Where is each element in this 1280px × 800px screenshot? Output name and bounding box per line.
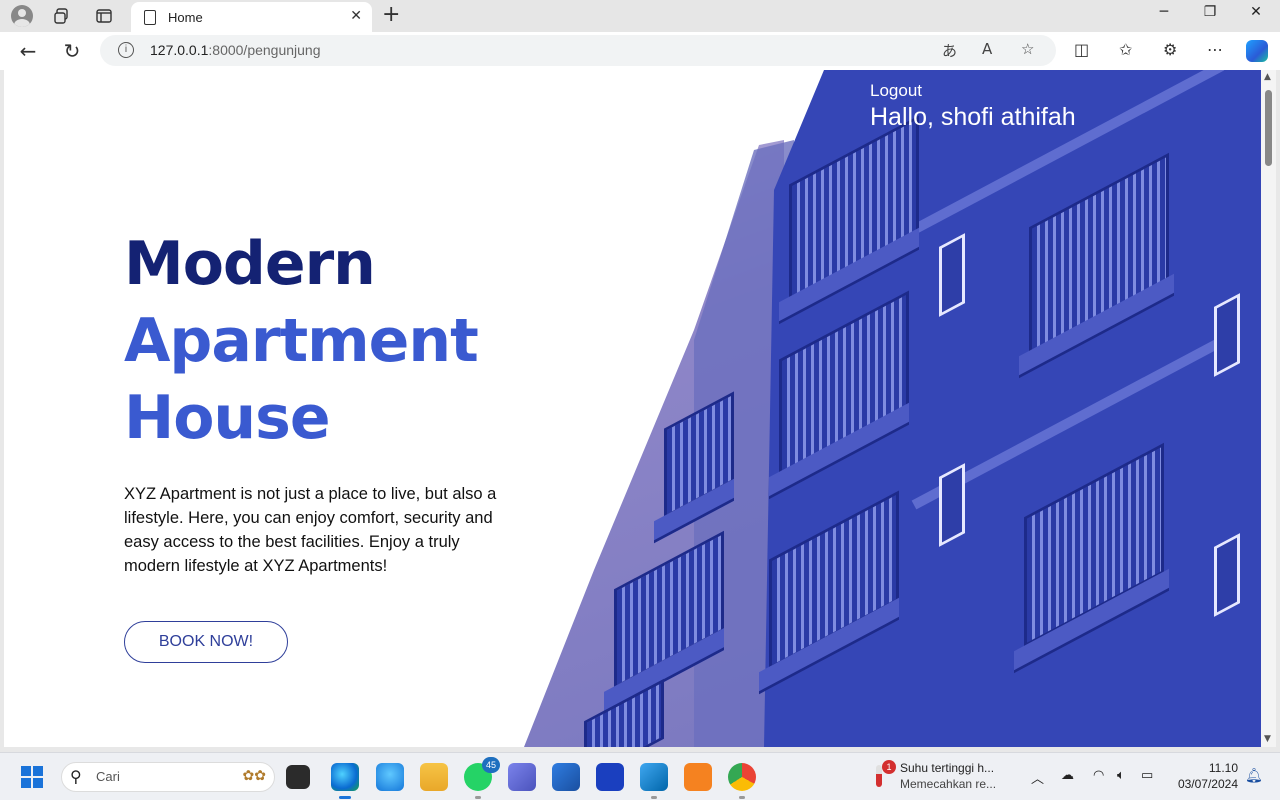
- page-scrollbar[interactable]: ▲ ▼: [1261, 70, 1276, 747]
- browser-toolbar: ← ↻ i 127.0.0.1:8000/pengunjung あ A ☆ ◫ …: [0, 32, 1280, 70]
- page-icon: [144, 9, 156, 25]
- more-icon[interactable]: ⋯: [1207, 40, 1223, 59]
- volume-icon[interactable]: 🔈︎: [1117, 768, 1125, 783]
- whatsapp-icon[interactable]: 45: [464, 757, 500, 799]
- wifi-icon[interactable]: ◠: [1093, 768, 1104, 783]
- read-aloud-icon[interactable]: A: [982, 40, 992, 58]
- close-window-button[interactable]: ✕: [1236, 4, 1276, 20]
- whatsapp-badge: 45: [482, 757, 500, 773]
- onedrive-icon[interactable]: ☁: [1061, 768, 1074, 783]
- chrome-icon[interactable]: [728, 763, 756, 799]
- refresh-icon[interactable]: ↻: [59, 39, 85, 63]
- back-icon[interactable]: ←: [15, 39, 41, 63]
- copilot-icon[interactable]: [1246, 40, 1268, 62]
- restore-button[interactable]: ❐: [1190, 4, 1230, 20]
- notification-bell-icon[interactable]: 🔔︎: [1245, 768, 1263, 784]
- url-host: 127.0.0.1: [150, 42, 209, 58]
- favorite-star-icon[interactable]: ☆: [1021, 40, 1034, 58]
- windows-taskbar: ⚲ Cari ✿✿ 45 1 Suhu tertinggi h... Memec…: [0, 752, 1280, 800]
- hero-description: XYZ Apartment is not just a place to liv…: [124, 485, 497, 575]
- microsoft-store-icon[interactable]: [552, 763, 580, 791]
- scroll-up-icon[interactable]: ▲: [1264, 72, 1271, 82]
- logout-link[interactable]: Logout: [870, 81, 922, 101]
- azure-data-icon[interactable]: [596, 763, 624, 791]
- edge-icon[interactable]: [331, 763, 359, 799]
- translate-icon[interactable]: あ: [942, 40, 957, 61]
- search-highlight-icon: ✿✿: [242, 768, 266, 784]
- search-placeholder: Cari: [96, 769, 120, 784]
- new-tab-button[interactable]: +: [382, 2, 400, 27]
- headline-line-3: House: [124, 383, 331, 453]
- vscode-icon[interactable]: [640, 763, 668, 799]
- copilot-taskbar-icon[interactable]: [376, 763, 404, 791]
- user-greeting: Hallo, shofi athifah: [870, 103, 1076, 131]
- url-text[interactable]: 127.0.0.1:8000/pengunjung: [150, 42, 321, 58]
- hero-headline: Modern Apartment House: [124, 226, 479, 457]
- profile-icon[interactable]: [9, 4, 35, 28]
- task-view-icon[interactable]: [286, 765, 310, 789]
- url-path: :8000/pengunjung: [208, 42, 321, 58]
- hero-building-image: [524, 70, 1261, 747]
- headline-line-1: Modern: [124, 229, 376, 299]
- minimize-button[interactable]: ─: [1144, 4, 1184, 20]
- search-icon: ⚲: [70, 767, 82, 786]
- folder-icon[interactable]: [420, 763, 448, 791]
- scroll-thumb[interactable]: [1265, 90, 1272, 166]
- favorites-icon[interactable]: ✩: [1119, 40, 1132, 59]
- page-viewport: Logout Hallo, shofi athifah Modern Apart…: [4, 70, 1261, 747]
- weather-subtitle[interactable]: Memecahkan re...: [900, 777, 996, 791]
- extensions-icon[interactable]: ⚙: [1163, 40, 1177, 59]
- weather-title[interactable]: Suhu tertinggi h...: [900, 761, 994, 775]
- browser-title-bar: Home ✕ + ─ ❐ ✕: [0, 0, 1280, 32]
- workspaces-icon[interactable]: [49, 4, 75, 28]
- book-now-button[interactable]: BOOK NOW!: [124, 621, 288, 663]
- weather-thermometer-icon[interactable]: [876, 765, 882, 787]
- tab-actions-icon[interactable]: [91, 4, 117, 28]
- teams-icon[interactable]: [508, 763, 536, 791]
- scroll-down-icon[interactable]: ▼: [1264, 734, 1271, 744]
- tab-home[interactable]: Home ✕: [131, 2, 372, 32]
- headline-line-2: Apartment: [124, 306, 479, 376]
- site-info-icon[interactable]: i: [118, 42, 134, 58]
- taskbar-search[interactable]: ⚲ Cari ✿✿: [61, 762, 275, 792]
- close-tab-icon[interactable]: ✕: [350, 8, 362, 24]
- start-button[interactable]: [21, 766, 43, 788]
- clock-time[interactable]: 11.10: [1198, 761, 1238, 775]
- clock-date[interactable]: 03/07/2024: [1170, 777, 1238, 791]
- tab-title: Home: [168, 9, 203, 25]
- xampp-icon[interactable]: [684, 763, 712, 791]
- battery-icon[interactable]: ▭: [1141, 768, 1153, 783]
- weather-badge: 1: [882, 760, 896, 774]
- split-screen-icon[interactable]: ◫: [1074, 40, 1089, 59]
- address-bar[interactable]: i 127.0.0.1:8000/pengunjung あ A ☆: [100, 35, 1056, 66]
- tray-overflow-icon[interactable]: ︿: [1031, 768, 1044, 787]
